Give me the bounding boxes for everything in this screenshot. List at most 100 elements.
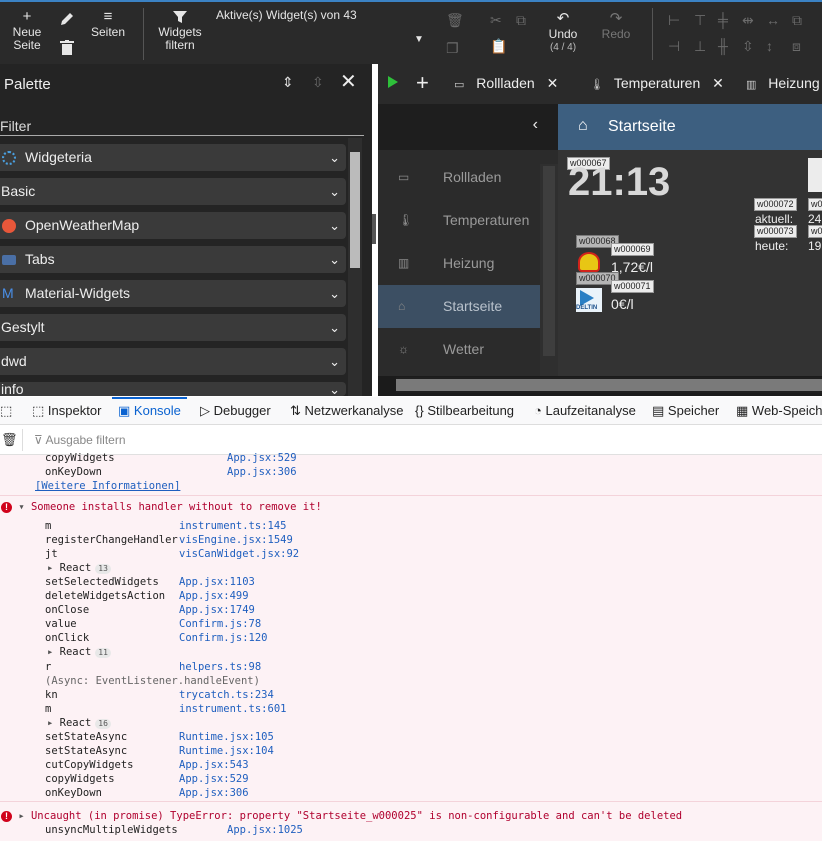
palette-group-info[interactable]: info ⌄: [0, 382, 346, 396]
stack-src-link[interactable]: Confirm.js:120: [179, 631, 268, 645]
stack-src-link[interactable]: Confirm.js:78: [179, 617, 261, 631]
align-left-icon[interactable]: ⊢: [668, 12, 680, 29]
align-top-icon[interactable]: ⊤: [694, 12, 706, 29]
tab-speicher[interactable]: ▤ Speicher: [652, 397, 719, 425]
close-palette-icon[interactable]: ✕: [340, 72, 357, 92]
stack-src-link[interactable]: App.jsx:499: [179, 589, 249, 603]
distribute-vertical-icon[interactable]: ⇳: [742, 38, 754, 55]
clock-widget[interactable]: 21:13: [568, 160, 670, 204]
more-info-link[interactable]: [Weitere Informationen]: [35, 479, 180, 493]
tab-inspektor[interactable]: ⬚ Inspektor: [32, 397, 101, 425]
redo-button[interactable]: ↷ Redo: [598, 10, 634, 41]
tab-netzwerkanalyse[interactable]: ⇅ Netzwerkanalyse: [290, 397, 404, 425]
tab-temperaturen[interactable]: 🌡 Temperaturen ✕: [590, 64, 724, 104]
collapse-all-icon[interactable]: ⇳: [312, 74, 324, 91]
align-center-vertical-icon[interactable]: ╫: [718, 38, 728, 54]
react-frames-group[interactable]: ▸ React 11: [47, 645, 111, 659]
palette-group-openweathermap[interactable]: OpenWeatherMap ⌄: [0, 212, 346, 239]
widgets-filter-button[interactable]: Widgets filtern: [154, 8, 206, 52]
widget-tag-w000072[interactable]: w000072: [754, 198, 797, 211]
nav-item-temperaturen[interactable]: 🌡 Temperaturen: [378, 199, 540, 242]
align-right-icon[interactable]: ⊣: [668, 38, 680, 55]
tab-laufzeitanalyse[interactable]: ◔ Laufzeitanalyse: [534, 397, 636, 425]
palette-group-basic[interactable]: Basic ⌄: [0, 178, 346, 205]
stack-src-link[interactable]: visEngine.jsx:1549: [179, 533, 293, 547]
stack-src-link[interactable]: Runtime.jsx:104: [179, 744, 274, 758]
nav-item-heizung[interactable]: ▥ Heizung: [378, 242, 540, 285]
react-frames-group[interactable]: ▸ React 16: [47, 716, 111, 730]
group-icon[interactable]: ⧉: [792, 12, 802, 29]
ungroup-icon[interactable]: ⧈: [792, 38, 801, 55]
paste-icon[interactable]: 📋: [490, 38, 507, 55]
stack-src-link[interactable]: trycatch.ts:234: [179, 688, 274, 702]
scrollbar-thumb[interactable]: [350, 152, 360, 268]
palette-group-gestylt[interactable]: Gestylt ⌄: [0, 314, 346, 341]
tab-web-speicher[interactable]: ▦ Web-Speicher: [736, 397, 822, 425]
stack-src-link[interactable]: App.jsx:1749: [179, 603, 255, 617]
palette-scrollbar[interactable]: [348, 138, 362, 396]
stack-src-link[interactable]: instrument.ts:145: [179, 519, 286, 533]
tab-heizung[interactable]: ▥ Heizung: [746, 64, 820, 104]
undo-button[interactable]: ↶ Undo (4 / 4): [544, 10, 582, 54]
distribute-width-icon[interactable]: ↔: [766, 12, 780, 28]
price-widget-2[interactable]: 0€/l: [611, 296, 634, 312]
palette-group-widgeteria[interactable]: Widgeteria ⌄: [0, 144, 346, 171]
nav-item-startseite[interactable]: ⌂ Startseite: [378, 285, 540, 328]
palette-group-dwd[interactable]: dwd ⌄: [0, 348, 346, 375]
cut-icon[interactable]: ✂: [490, 12, 502, 29]
chevron-left-icon[interactable]: ‹: [533, 116, 538, 134]
stack-src-link[interactable]: App.jsx:1025: [227, 823, 303, 837]
stack-src-link[interactable]: App.jsx:543: [179, 758, 249, 772]
stack-src-link[interactable]: Runtime.jsx:105: [179, 730, 274, 744]
tab-stilbearbeitung[interactable]: {} Stilbearbeitung: [415, 397, 514, 425]
copy-widget-icon[interactable]: ❐: [446, 40, 459, 57]
stack-src-link[interactable]: App.jsx:529: [227, 451, 297, 465]
run-icon[interactable]: [388, 76, 398, 88]
stack-src-link[interactable]: App.jsx:1103: [179, 575, 255, 589]
palette-filter-input[interactable]: Filter: [0, 118, 364, 136]
close-icon[interactable]: ✕: [712, 75, 724, 91]
delete-page-button[interactable]: [58, 40, 76, 59]
widget-tag-w000073[interactable]: w000073: [754, 225, 797, 238]
palette-group-material-widgets[interactable]: M Material-Widgets ⌄: [0, 280, 346, 307]
stack-src-link[interactable]: visCanWidget.jsx:92: [179, 547, 299, 561]
editor-horizontal-scrollbar[interactable]: [396, 377, 822, 393]
tab-rollladen[interactable]: ▭ Rollladen ✕: [454, 64, 558, 104]
copy-icon[interactable]: ⧉: [516, 12, 526, 29]
tab-debugger[interactable]: ▷ Debugger: [200, 397, 271, 425]
react-frames-group[interactable]: ▸ React 13: [47, 561, 111, 575]
nav-item-wetter[interactable]: ☼ Wetter: [378, 328, 540, 371]
delete-widget-icon[interactable]: 🗑: [446, 12, 464, 29]
splitter-handle[interactable]: [372, 214, 376, 244]
console-filter-input[interactable]: ⊽ Ausgabe filtern: [34, 433, 126, 447]
close-icon[interactable]: ✕: [547, 75, 559, 91]
error-row[interactable]: ! ▸ Uncaught (in promise) TypeError: pro…: [1, 809, 682, 823]
align-bottom-icon[interactable]: ⊥: [694, 38, 706, 55]
stack-src-link[interactable]: App.jsx:529: [179, 772, 249, 786]
stack-src-link[interactable]: instrument.ts:601: [179, 702, 286, 716]
clear-console-icon[interactable]: 🗑: [1, 432, 18, 448]
stack-src-link[interactable]: App.jsx:306: [179, 786, 249, 800]
nav-scrollbar[interactable]: [540, 164, 558, 376]
widget-tag-w000069[interactable]: w000069: [611, 243, 654, 256]
error-row[interactable]: ! ▾ Someone installs handler without to …: [1, 500, 322, 514]
element-picker-icon[interactable]: ⬚: [0, 397, 12, 425]
align-center-horizontal-icon[interactable]: ╪: [718, 12, 728, 28]
add-tab-icon[interactable]: +: [416, 70, 429, 96]
widget-partial[interactable]: [808, 158, 822, 192]
distribute-horizontal-icon[interactable]: ⇹: [742, 12, 754, 29]
pages-button[interactable]: ≡ Seiten: [86, 8, 130, 39]
widget-tag-w000072b[interactable]: w0: [808, 198, 822, 211]
stack-src-link[interactable]: App.jsx:306: [227, 465, 297, 479]
nav-item-rollladen[interactable]: ▭ Rollladen: [378, 156, 540, 199]
edit-button[interactable]: [58, 11, 76, 30]
widget-tag-w000073b[interactable]: w0: [808, 225, 822, 238]
palette-group-tabs[interactable]: Tabs ⌄: [0, 246, 346, 273]
distribute-height-icon[interactable]: ↕: [766, 38, 773, 54]
new-page-button[interactable]: + Neue Seite: [8, 8, 46, 52]
active-widgets-dropdown-icon[interactable]: ▼: [414, 34, 424, 45]
expand-all-icon[interactable]: ⇕: [282, 74, 294, 91]
tab-konsole[interactable]: ▣ Konsole: [112, 397, 187, 425]
stack-src-link[interactable]: helpers.ts:98: [179, 660, 261, 674]
widget-tag-w000071[interactable]: w000071: [611, 280, 654, 293]
